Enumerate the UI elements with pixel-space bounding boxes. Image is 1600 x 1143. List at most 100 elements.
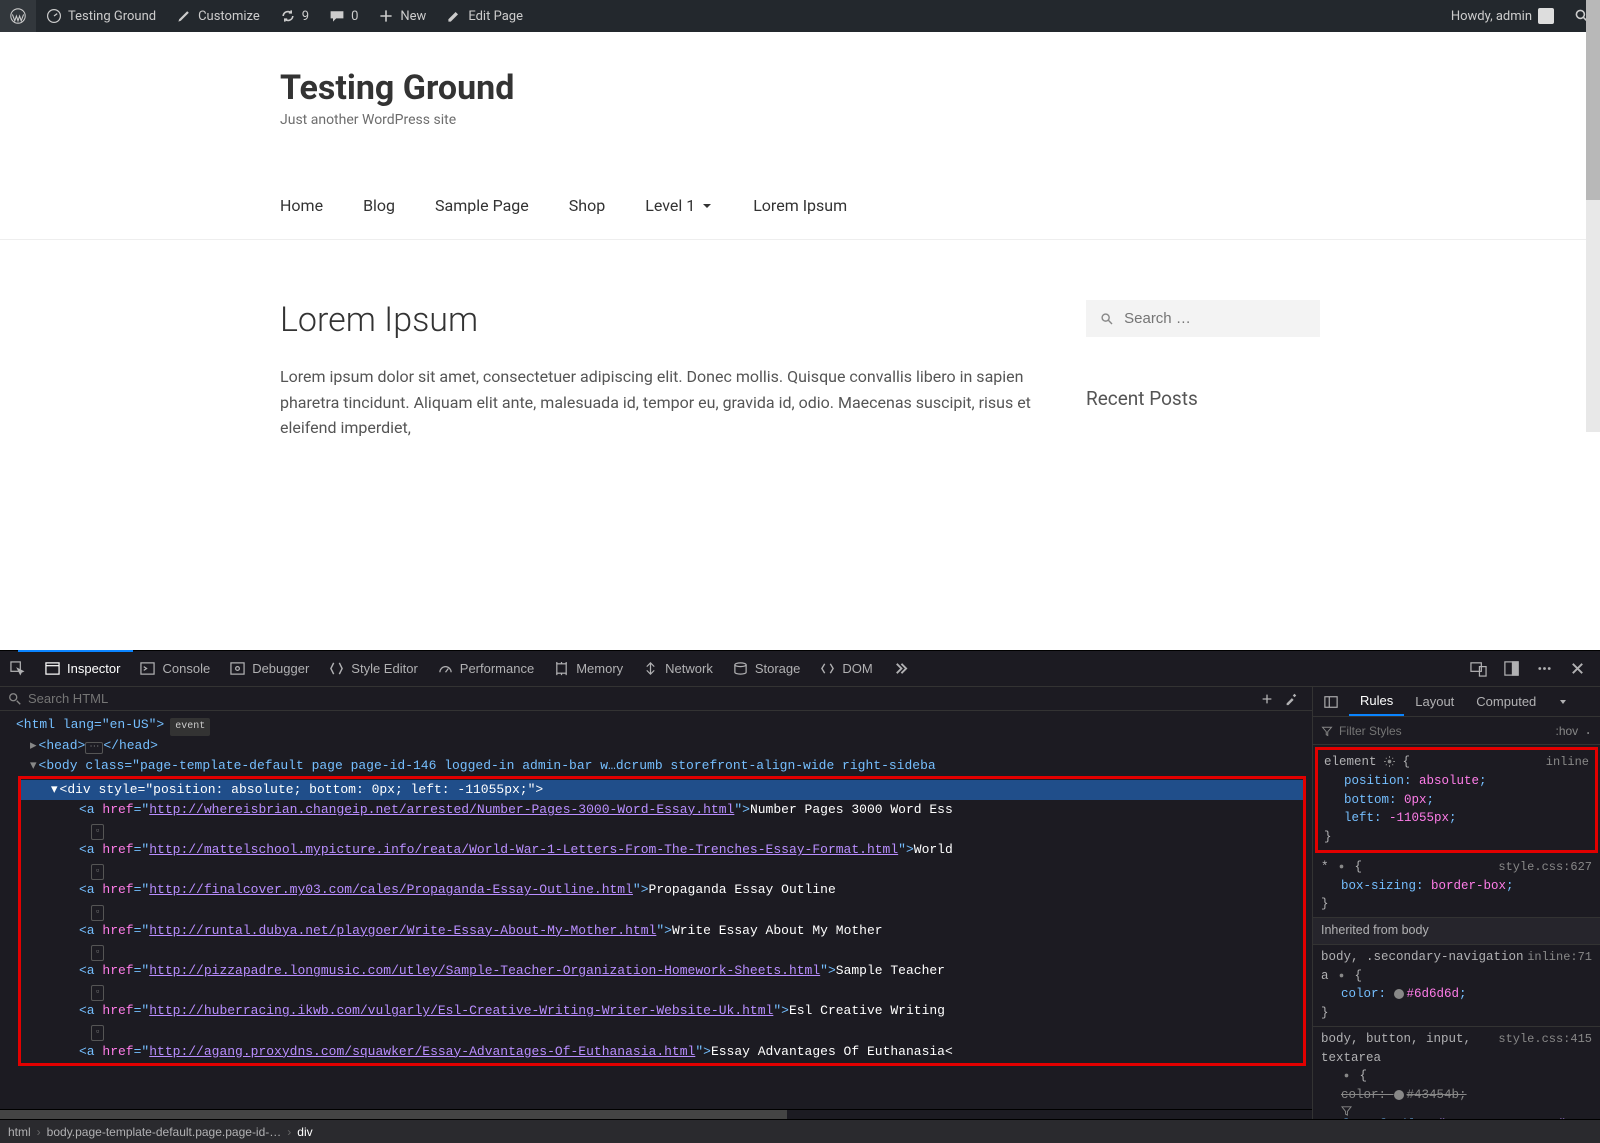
dashboard-icon bbox=[46, 8, 62, 24]
gear-icon[interactable] bbox=[1336, 970, 1347, 981]
picker-icon bbox=[10, 661, 25, 676]
dom-link-node[interactable]: <a href="http://mattelschool.mypicture.i… bbox=[21, 840, 1303, 860]
dom-link-node[interactable]: <a href="http://agang.proxydns.com/squaw… bbox=[21, 1042, 1303, 1062]
wp-logo[interactable] bbox=[0, 0, 36, 32]
gear-icon[interactable] bbox=[1384, 756, 1395, 767]
tab-debugger[interactable]: Debugger bbox=[220, 651, 319, 686]
crumb-body[interactable]: body.page-template-default.page.page-id-… bbox=[47, 1125, 282, 1139]
chevron-double-right-icon bbox=[893, 661, 908, 676]
hov-toggle[interactable]: :hov bbox=[1556, 724, 1579, 738]
pick-element-button[interactable] bbox=[0, 651, 35, 686]
updates-count: 9 bbox=[302, 9, 309, 24]
eyedropper-icon[interactable] bbox=[1284, 692, 1298, 706]
ellipsis-icon[interactable]: ⋯ bbox=[85, 742, 103, 754]
dom-icon bbox=[820, 661, 835, 676]
site-name-link[interactable]: Testing Ground bbox=[36, 0, 166, 32]
crumb-div[interactable]: div bbox=[297, 1125, 312, 1139]
nav-divider bbox=[0, 239, 1600, 240]
tab-network[interactable]: Network bbox=[633, 651, 723, 686]
nav-blog[interactable]: Blog bbox=[363, 196, 395, 215]
dom-tree[interactable]: <html lang="en-US">event ▸<head>⋯</head>… bbox=[0, 711, 1312, 1109]
selected-dom-node[interactable]: ▾<div style="position: absolute; bottom:… bbox=[21, 780, 1303, 800]
new-link[interactable]: New bbox=[368, 0, 436, 32]
css-rules-panel: inline element { position: absolute; bot… bbox=[1313, 745, 1600, 1119]
howdy-link[interactable]: Howdy, admin bbox=[1441, 0, 1564, 32]
sidebar: Recent Posts bbox=[1086, 300, 1320, 441]
dom-search-input[interactable] bbox=[28, 691, 1254, 706]
search-icon bbox=[8, 692, 22, 706]
close-icon[interactable] bbox=[1569, 660, 1586, 677]
gear-icon[interactable] bbox=[1341, 1070, 1352, 1081]
side-tab-computed[interactable]: Computed bbox=[1465, 687, 1547, 716]
main-nav: Home Blog Sample Page Shop Level 1 Lorem… bbox=[280, 196, 1320, 239]
refresh-icon bbox=[280, 8, 296, 24]
edit-page-link[interactable]: Edit Page bbox=[436, 0, 533, 32]
nav-sample[interactable]: Sample Page bbox=[435, 196, 529, 215]
site-tagline: Just another WordPress site bbox=[280, 112, 1320, 128]
breadcrumb: html › body.page-template-default.page.p… bbox=[0, 1119, 1600, 1143]
dom-link-node[interactable]: <a href="http://runtal.dubya.net/playgoe… bbox=[21, 921, 1303, 941]
tab-console[interactable]: Console bbox=[130, 651, 220, 686]
whitespace-badge: ▫ bbox=[91, 945, 104, 961]
customize-label: Customize bbox=[198, 9, 260, 24]
highlighted-rule: inline element { position: absolute; bot… bbox=[1315, 747, 1598, 853]
side-toggle-icon[interactable] bbox=[1313, 687, 1349, 716]
responsive-icon[interactable] bbox=[1470, 660, 1487, 677]
color-swatch[interactable] bbox=[1394, 1090, 1404, 1100]
crumb-html[interactable]: html bbox=[8, 1125, 31, 1139]
dom-link-node[interactable]: <a href="http://whereisbrian.changeip.ne… bbox=[21, 800, 1303, 820]
search-box[interactable] bbox=[1086, 300, 1320, 337]
inherited-label: Inherited from body bbox=[1321, 923, 1429, 937]
network-icon bbox=[643, 661, 658, 676]
console-icon bbox=[140, 661, 155, 676]
tab-overflow[interactable] bbox=[883, 651, 918, 686]
tab-style-editor[interactable]: Style Editor bbox=[319, 651, 427, 686]
nav-level1[interactable]: Level 1 bbox=[645, 196, 713, 215]
recent-posts-heading: Recent Posts bbox=[1086, 387, 1320, 410]
side-tab-layout[interactable]: Layout bbox=[1404, 687, 1465, 716]
tab-performance[interactable]: Performance bbox=[428, 651, 544, 686]
dom-link-node[interactable]: <a href="http://huberracing.ikwb.com/vul… bbox=[21, 1001, 1303, 1021]
tab-storage[interactable]: Storage bbox=[723, 651, 811, 686]
wordpress-icon bbox=[10, 8, 26, 24]
comments-link[interactable]: 0 bbox=[319, 0, 368, 32]
performance-icon bbox=[438, 661, 453, 676]
color-swatch[interactable] bbox=[1394, 989, 1404, 999]
page-scrollbar[interactable] bbox=[1586, 0, 1600, 432]
highlighted-dom-region: ▾<div style="position: absolute; bottom:… bbox=[18, 776, 1306, 1066]
dom-link-node[interactable]: <a href="http://finalcover.my03.com/cale… bbox=[21, 880, 1303, 900]
filter-icon bbox=[1321, 725, 1333, 737]
add-icon[interactable] bbox=[1260, 692, 1274, 706]
wp-admin-bar: Testing Ground Customize 9 0 New Edit Pa… bbox=[0, 0, 1600, 32]
dom-link-node[interactable]: <a href="http://pizzapadre.longmusic.com… bbox=[21, 961, 1303, 981]
event-badge[interactable]: event bbox=[170, 718, 210, 736]
whitespace-badge: ▫ bbox=[91, 905, 104, 921]
brush-icon bbox=[176, 8, 192, 24]
howdy-label: Howdy, admin bbox=[1451, 9, 1532, 24]
side-tab-more[interactable] bbox=[1547, 687, 1579, 716]
page-title: Lorem Ipsum bbox=[280, 300, 1050, 340]
horizontal-scrollbar[interactable] bbox=[0, 1109, 1312, 1119]
filter-icon[interactable] bbox=[1341, 1105, 1352, 1116]
nav-lorem[interactable]: Lorem Ipsum bbox=[753, 196, 847, 215]
site-name-label: Testing Ground bbox=[68, 9, 156, 24]
more-icon[interactable] bbox=[1536, 660, 1553, 677]
debugger-icon bbox=[230, 661, 245, 676]
filter-styles-input[interactable] bbox=[1339, 724, 1550, 738]
dock-icon[interactable] bbox=[1503, 660, 1520, 677]
site-title[interactable]: Testing Ground bbox=[280, 68, 1320, 108]
page-body: Lorem ipsum dolor sit amet, consectetuer… bbox=[280, 364, 1050, 441]
tab-dom[interactable]: DOM bbox=[810, 651, 882, 686]
side-tab-rules[interactable]: Rules bbox=[1349, 687, 1404, 716]
comment-icon bbox=[329, 8, 345, 24]
customize-link[interactable]: Customize bbox=[166, 0, 270, 32]
nav-home[interactable]: Home bbox=[280, 196, 323, 215]
nav-shop[interactable]: Shop bbox=[569, 196, 605, 215]
gear-icon[interactable] bbox=[1336, 861, 1347, 872]
new-label: New bbox=[400, 9, 426, 24]
updates-link[interactable]: 9 bbox=[270, 0, 319, 32]
tab-inspector[interactable]: Inspector bbox=[35, 651, 130, 686]
search-input[interactable] bbox=[1124, 310, 1306, 327]
devtools-panel: Inspector Console Debugger Style Editor … bbox=[0, 650, 1600, 1143]
tab-memory[interactable]: Memory bbox=[544, 651, 633, 686]
